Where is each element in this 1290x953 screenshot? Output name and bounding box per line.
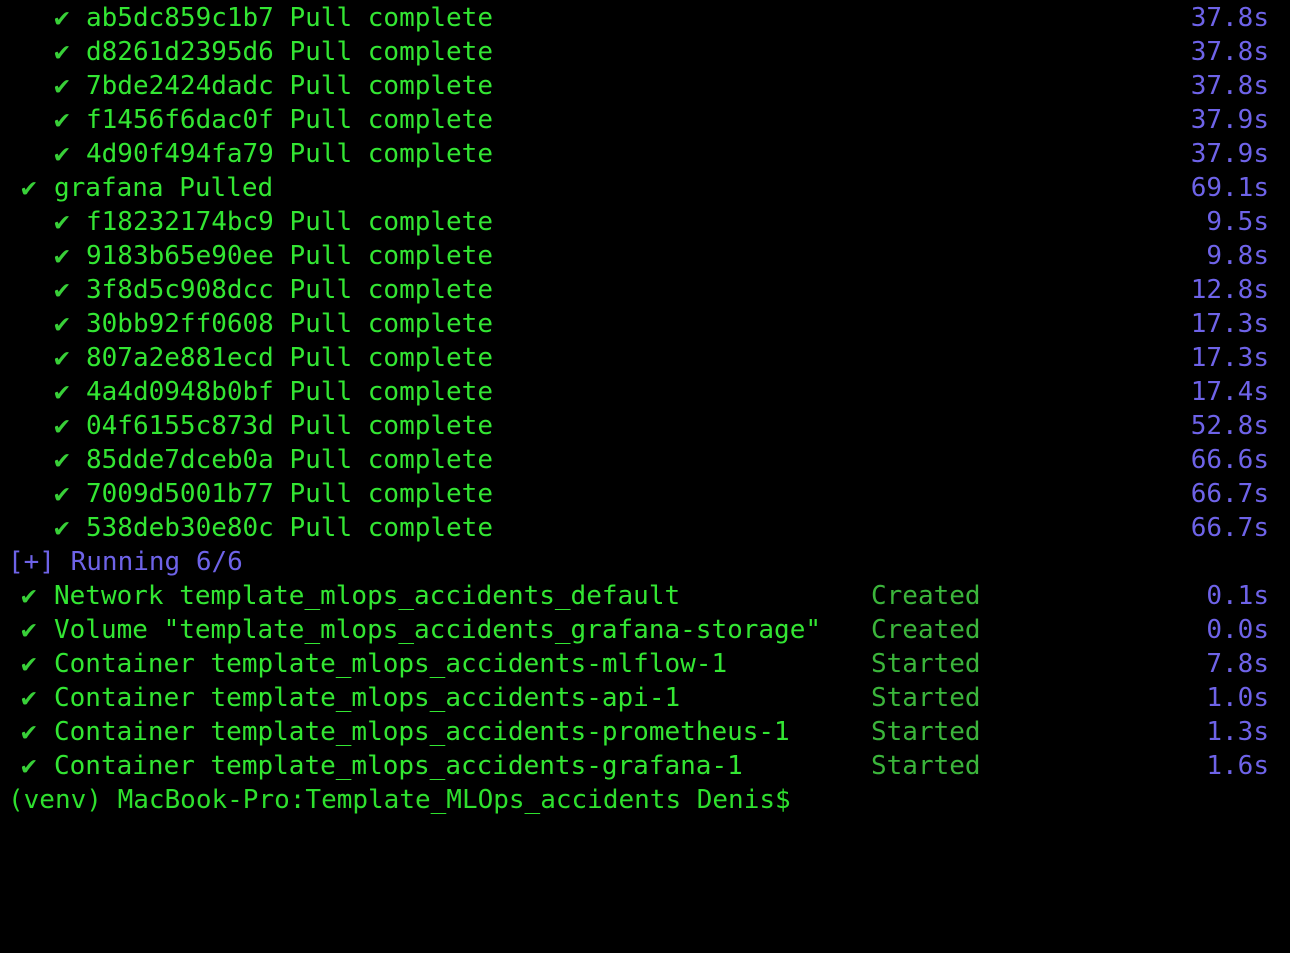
check-icon: ✔ (54, 105, 70, 135)
elapsed-time: 69.1s (1190, 173, 1269, 203)
resource-line: ✔ Volume "template_mlops_accidents_grafa… (0, 613, 1290, 647)
check-icon: ✔ (21, 717, 37, 747)
pull-line-layer: ✔ ab5dc859c1b7 Pull complete 37.8s (0, 1, 1290, 35)
check-icon: ✔ (54, 343, 70, 373)
resource-text: Container template_mlops_accidents-api-1 (54, 683, 681, 713)
shell-prompt-text: (venv) MacBook-Pro:Template_MLOps_accide… (8, 785, 791, 815)
elapsed-time: 12.8s (1190, 275, 1269, 305)
check-icon: ✔ (54, 445, 70, 475)
elapsed-time: 37.8s (1190, 71, 1269, 101)
pull-line-text: 85dde7dceb0a Pull complete (86, 445, 493, 475)
pull-line-text: 04f6155c873d Pull complete (86, 411, 493, 441)
check-icon: ✔ (54, 139, 70, 169)
pull-line-layer: ✔ f1456f6dac0f Pull complete 37.9s (0, 103, 1290, 137)
pull-line-text: 4d90f494fa79 Pull complete (86, 139, 493, 169)
resource-status: Created (871, 615, 981, 645)
pull-line-layer: ✔ 9183b65e90ee Pull complete 9.8s (0, 239, 1290, 273)
resource-text: Container template_mlops_accidents-prome… (54, 717, 790, 747)
pull-line-text: f18232174bc9 Pull complete (86, 207, 493, 237)
elapsed-time: 17.3s (1190, 309, 1269, 339)
check-icon: ✔ (54, 275, 70, 305)
pull-line-text: f1456f6dac0f Pull complete (86, 105, 493, 135)
pull-line-text: 807a2e881ecd Pull complete (86, 343, 493, 373)
pull-line-layer: ✔ d8261d2395d6 Pull complete 37.8s (0, 35, 1290, 69)
pull-line-layer: ✔ f18232174bc9 Pull complete 9.5s (0, 205, 1290, 239)
shell-prompt[interactable]: (venv) MacBook-Pro:Template_MLOps_accide… (0, 783, 1290, 817)
resource-status: Started (871, 717, 981, 747)
elapsed-time: 66.7s (1190, 479, 1269, 509)
elapsed-time: 17.3s (1190, 343, 1269, 373)
pull-line-layer: ✔ 30bb92ff0608 Pull complete 17.3s (0, 307, 1290, 341)
elapsed-time: 17.4s (1190, 377, 1269, 407)
elapsed-time: 52.8s (1190, 411, 1269, 441)
pull-line-text: 7bde2424dadc Pull complete (86, 71, 493, 101)
elapsed-time: 0.1s (1206, 581, 1269, 611)
resource-status: Created (871, 581, 981, 611)
elapsed-time: 37.8s (1190, 3, 1269, 33)
elapsed-time: 37.9s (1190, 139, 1269, 169)
check-icon: ✔ (54, 411, 70, 441)
check-icon: ✔ (21, 649, 37, 679)
resource-text: Network template_mlops_accidents_default (54, 581, 681, 611)
elapsed-time: 1.6s (1206, 751, 1269, 781)
check-icon: ✔ (21, 581, 37, 611)
check-icon: ✔ (54, 479, 70, 509)
pull-line-text: 7009d5001b77 Pull complete (86, 479, 493, 509)
pull-line-service: ✔ grafana Pulled 69.1s (0, 171, 1290, 205)
elapsed-time: 0.0s (1206, 615, 1269, 645)
check-icon: ✔ (21, 615, 37, 645)
resource-status: Started (871, 649, 981, 679)
pull-line-text: 9183b65e90ee Pull complete (86, 241, 493, 271)
check-icon: ✔ (21, 683, 37, 713)
pull-line-text: 3f8d5c908dcc Pull complete (86, 275, 493, 305)
check-icon: ✔ (54, 37, 70, 67)
resource-status: Started (871, 683, 981, 713)
running-header-text: [+] Running 6/6 (8, 547, 243, 577)
resource-text: Container template_mlops_accidents-mlflo… (54, 649, 728, 679)
resource-status: Started (871, 751, 981, 781)
resource-line: ✔ Container template_mlops_accidents-api… (0, 681, 1290, 715)
elapsed-time: 37.8s (1190, 37, 1269, 67)
check-icon: ✔ (54, 207, 70, 237)
check-icon: ✔ (54, 309, 70, 339)
pull-line-layer: ✔ 4a4d0948b0bf Pull complete 17.4s (0, 375, 1290, 409)
elapsed-time: 66.6s (1190, 445, 1269, 475)
check-icon: ✔ (21, 173, 37, 203)
check-icon: ✔ (21, 751, 37, 781)
elapsed-time: 7.8s (1206, 649, 1269, 679)
pull-line-text: ab5dc859c1b7 Pull complete (86, 3, 493, 33)
check-icon: ✔ (54, 71, 70, 101)
elapsed-time: 1.0s (1206, 683, 1269, 713)
elapsed-time: 9.8s (1206, 241, 1269, 271)
pull-line-layer: ✔ 85dde7dceb0a Pull complete 66.6s (0, 443, 1290, 477)
check-icon: ✔ (54, 3, 70, 33)
pull-line-layer: ✔ 04f6155c873d Pull complete 52.8s (0, 409, 1290, 443)
resource-line: ✔ Container template_mlops_accidents-mlf… (0, 647, 1290, 681)
elapsed-time: 37.9s (1190, 105, 1269, 135)
check-icon: ✔ (54, 241, 70, 271)
elapsed-time: 66.7s (1190, 513, 1269, 543)
pull-line-layer: ✔ 538deb30e80c Pull complete 66.7s (0, 511, 1290, 545)
pull-line-layer: ✔ 807a2e881ecd Pull complete 17.3s (0, 341, 1290, 375)
pull-line-text: grafana Pulled (54, 173, 274, 203)
pull-line-text: 4a4d0948b0bf Pull complete (86, 377, 493, 407)
pull-line-layer: ✔ 7bde2424dadc Pull complete 37.8s (0, 69, 1290, 103)
terminal-output[interactable]: ✔ ab5dc859c1b7 Pull complete 37.8s ✔ d82… (0, 1, 1290, 820)
resource-line: ✔ Container template_mlops_accidents-pro… (0, 715, 1290, 749)
check-icon: ✔ (54, 513, 70, 543)
pull-line-layer: ✔ 3f8d5c908dcc Pull complete 12.8s (0, 273, 1290, 307)
elapsed-time: 1.3s (1206, 717, 1269, 747)
pull-line-layer: ✔ 7009d5001b77 Pull complete 66.7s (0, 477, 1290, 511)
pull-line-text: 538deb30e80c Pull complete (86, 513, 493, 543)
resource-text: Volume "template_mlops_accidents_grafana… (54, 615, 822, 645)
resource-line: ✔ Network template_mlops_accidents_defau… (0, 579, 1290, 613)
check-icon: ✔ (54, 377, 70, 407)
resource-line: ✔ Container template_mlops_accidents-gra… (0, 749, 1290, 783)
pull-line-text: d8261d2395d6 Pull complete (86, 37, 493, 67)
pull-line-text: 30bb92ff0608 Pull complete (86, 309, 493, 339)
pull-line-layer: ✔ 4d90f494fa79 Pull complete 37.9s (0, 137, 1290, 171)
running-header: [+] Running 6/6 (0, 545, 1290, 579)
elapsed-time: 9.5s (1206, 207, 1269, 237)
resource-text: Container template_mlops_accidents-grafa… (54, 751, 743, 781)
